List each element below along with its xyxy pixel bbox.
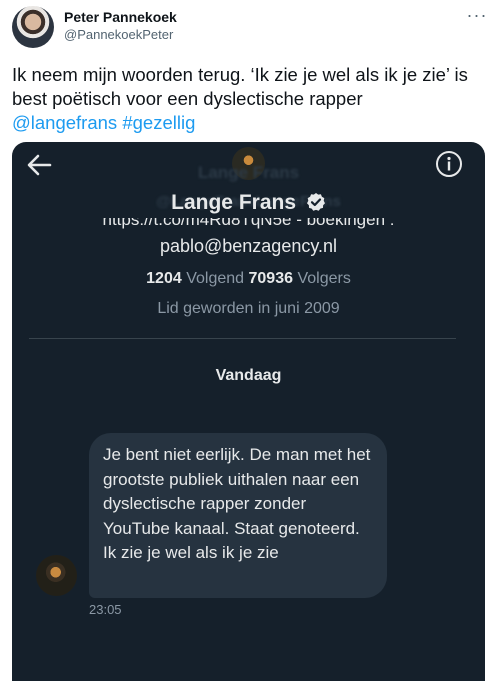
sender-avatar	[36, 555, 77, 596]
follow-stats: 1204 Volgend 70936 Volgers	[12, 270, 485, 288]
tweet-header: Peter Pannekoek @PannekoekPeter ···	[0, 0, 500, 58]
tweet-media-screenshot[interactable]: Lange Frans @LangeFransLangeFrans Lange …	[12, 142, 485, 681]
author-handle[interactable]: @PannekoekPeter	[64, 27, 173, 42]
day-separator: Vandaag	[215, 367, 282, 384]
message-bubble: Je bent niet eerlijk. De man met het gro…	[89, 433, 387, 598]
divider	[29, 338, 456, 339]
verified-badge-icon	[306, 193, 325, 211]
hashtag-link[interactable]: #gezellig	[122, 112, 195, 133]
following-label: Volgend	[186, 270, 245, 287]
followers-count: 70936	[248, 270, 294, 287]
following-count: 1204	[146, 270, 182, 287]
more-horizontal-icon[interactable]: ···	[466, 6, 488, 24]
message-text: Je bent niet eerlijk. De man met het gro…	[103, 445, 371, 562]
followers-label: Volgers	[297, 270, 351, 287]
blurred-header-title: Lange Frans	[197, 163, 300, 182]
tweet-body: Ik neem mijn woorden terug. ‘Ik zie je w…	[12, 64, 468, 109]
profile-name-text: Lange Frans	[171, 191, 297, 214]
author-name[interactable]: Peter Pannekoek	[64, 9, 177, 25]
bio-email: pablo@benzagency.nl	[159, 236, 338, 256]
bio-link-line: https://t.co/m4Rd8TqN5e - boekingen :	[102, 218, 395, 229]
tweet-text: Ik neem mijn woorden terug. ‘Ik zie je w…	[12, 63, 490, 135]
author-avatar[interactable]	[12, 6, 54, 48]
profile-name: Lange Frans	[12, 191, 485, 215]
mention-link[interactable]: @langefrans	[12, 112, 117, 133]
message-timestamp: 23:05	[89, 602, 122, 617]
joined-date: Lid geworden in juni 2009	[157, 300, 340, 317]
